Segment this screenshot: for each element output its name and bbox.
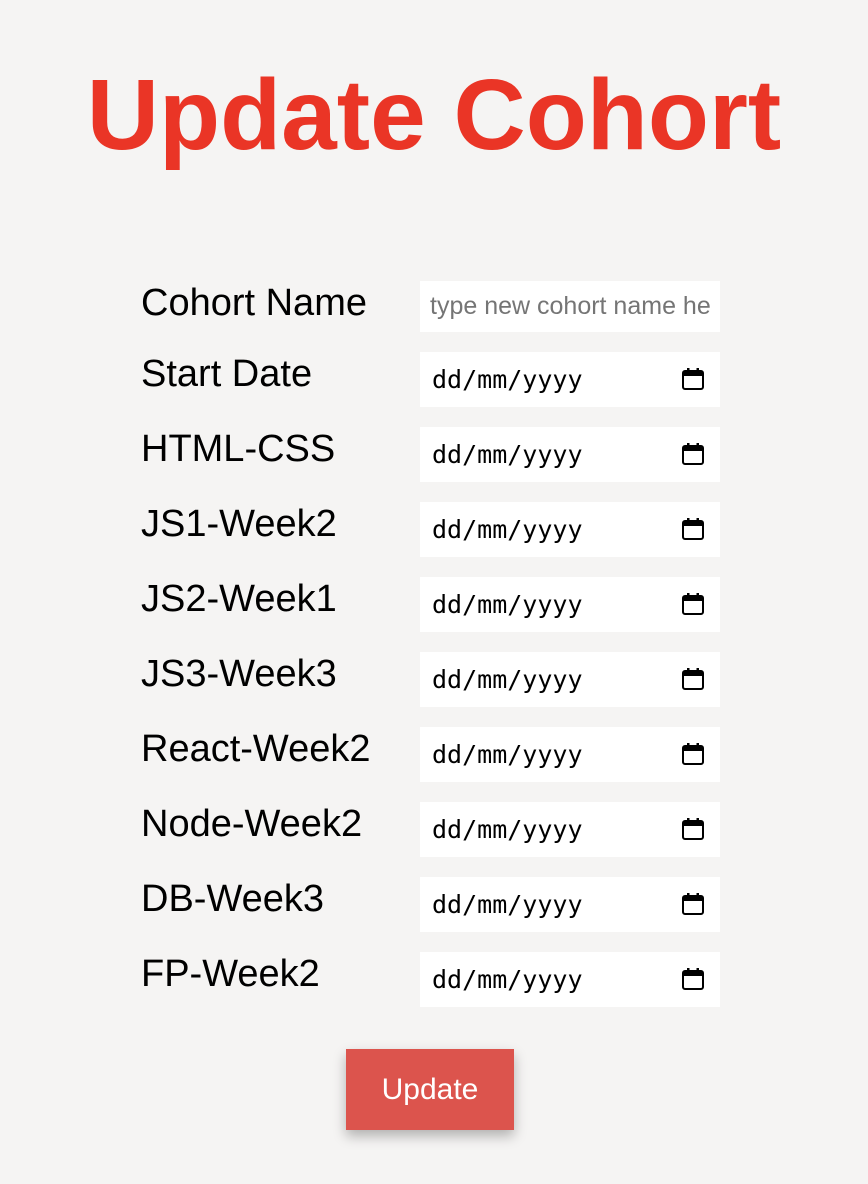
html-css-date-value: dd/mm/yyyy	[432, 440, 583, 469]
db-week3-date-value: dd/mm/yyyy	[432, 890, 583, 919]
react-week2-date-input[interactable]: dd/mm/yyyy	[420, 727, 720, 782]
js1-week2-date-input[interactable]: dd/mm/yyyy	[420, 502, 720, 557]
cohort-name-label: Cohort Name	[141, 282, 367, 324]
start-date-value: dd/mm/yyyy	[432, 365, 583, 394]
update-cohort-form: Cohort Name Start Date dd/mm/yyyy HTML-C…	[0, 0, 868, 1184]
update-button[interactable]: Update	[346, 1049, 514, 1130]
js2-week1-date-value: dd/mm/yyyy	[432, 590, 583, 619]
js3-week3-date-input[interactable]: dd/mm/yyyy	[420, 652, 720, 707]
calendar-icon[interactable]	[682, 818, 704, 840]
calendar-icon[interactable]	[682, 668, 704, 690]
react-week2-label: React-Week2	[141, 728, 371, 770]
js1-week2-date-value: dd/mm/yyyy	[432, 515, 583, 544]
start-date-label: Start Date	[141, 353, 313, 395]
node-week2-date-input[interactable]: dd/mm/yyyy	[420, 802, 720, 857]
js3-week3-label: JS3-Week3	[141, 653, 337, 695]
node-week2-label: Node-Week2	[141, 803, 363, 845]
fp-week2-date-value: dd/mm/yyyy	[432, 965, 583, 994]
db-week3-date-input[interactable]: dd/mm/yyyy	[420, 877, 720, 932]
html-css-date-input[interactable]: dd/mm/yyyy	[420, 427, 720, 482]
js2-week1-label: JS2-Week1	[141, 578, 337, 620]
calendar-icon[interactable]	[682, 518, 704, 540]
calendar-icon[interactable]	[682, 593, 704, 615]
js1-week2-label: JS1-Week2	[141, 503, 337, 545]
html-css-label: HTML-CSS	[141, 428, 336, 470]
db-week3-label: DB-Week3	[141, 878, 325, 920]
cohort-name-input[interactable]	[420, 281, 720, 332]
node-week2-date-value: dd/mm/yyyy	[432, 815, 583, 844]
fp-week2-label: FP-Week2	[141, 953, 320, 995]
calendar-icon[interactable]	[682, 968, 704, 990]
js2-week1-date-input[interactable]: dd/mm/yyyy	[420, 577, 720, 632]
js3-week3-date-value: dd/mm/yyyy	[432, 665, 583, 694]
start-date-input[interactable]: dd/mm/yyyy	[420, 352, 720, 407]
calendar-icon[interactable]	[682, 443, 704, 465]
fp-week2-date-input[interactable]: dd/mm/yyyy	[420, 952, 720, 1007]
react-week2-date-value: dd/mm/yyyy	[432, 740, 583, 769]
calendar-icon[interactable]	[682, 743, 704, 765]
calendar-icon[interactable]	[682, 893, 704, 915]
calendar-icon[interactable]	[682, 368, 704, 390]
